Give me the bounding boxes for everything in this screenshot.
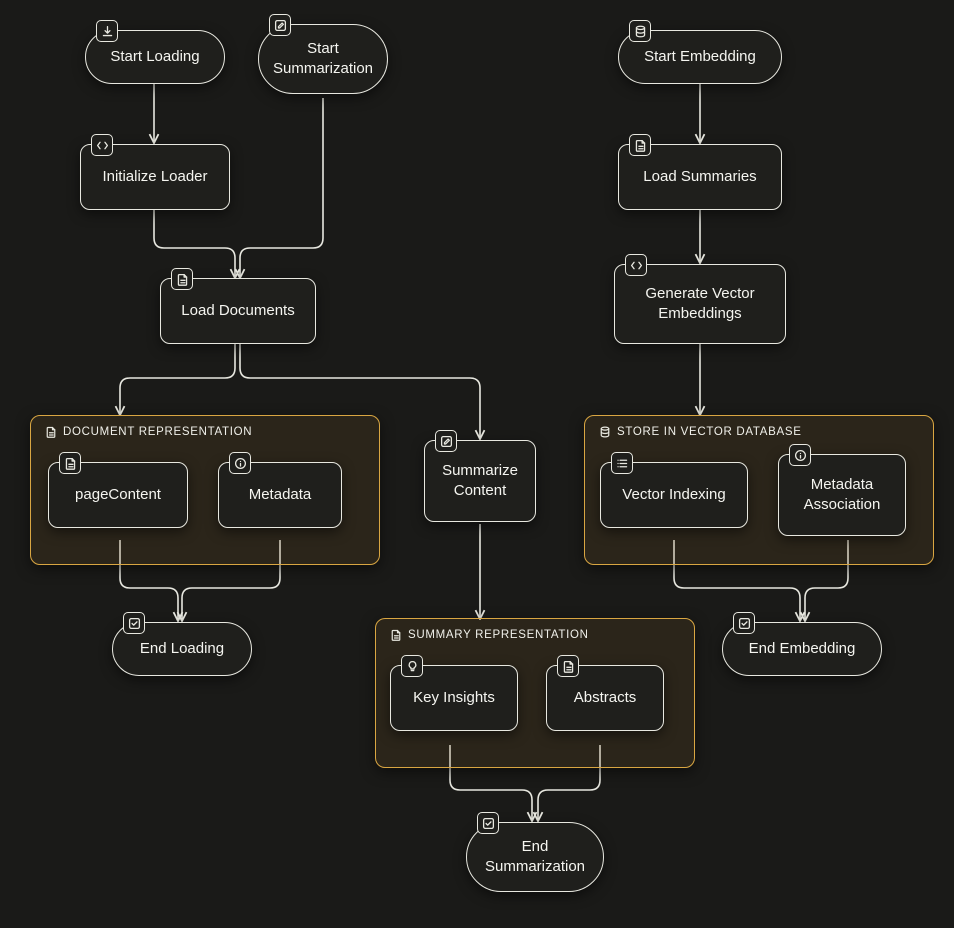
- node-page-content: pageContent: [48, 462, 188, 528]
- group-label: SUMMARY REPRESENTATION: [390, 629, 589, 641]
- group-title: DOCUMENT REPRESENTATION: [63, 426, 252, 438]
- node-initialize-loader: Initialize Loader: [80, 144, 230, 210]
- node-metadata: Metadata: [218, 462, 342, 528]
- node-generate-embeddings: Generate Vector Embeddings: [614, 264, 786, 344]
- node-label: End Embedding: [749, 639, 856, 659]
- node-label: Start Loading: [110, 47, 199, 67]
- node-label: End Loading: [140, 639, 224, 659]
- code-icon: [91, 134, 113, 156]
- node-label: Load Documents: [181, 301, 294, 321]
- node-end-loading: End Loading: [112, 622, 252, 676]
- document-icon: [45, 426, 57, 438]
- check-icon: [477, 812, 499, 834]
- node-start-loading: Start Loading: [85, 30, 225, 84]
- check-icon: [123, 612, 145, 634]
- node-label: Start Embedding: [644, 47, 756, 67]
- node-label: Load Summaries: [643, 167, 756, 187]
- check-icon: [733, 612, 755, 634]
- group-title: SUMMARY REPRESENTATION: [408, 629, 589, 641]
- node-key-insights: Key Insights: [390, 665, 518, 731]
- node-label: Metadata Association: [804, 475, 881, 516]
- code-icon: [625, 254, 647, 276]
- node-metadata-association: Metadata Association: [778, 454, 906, 536]
- node-label: Start Summarization: [273, 39, 373, 80]
- node-label: Metadata: [249, 485, 312, 505]
- database-icon: [629, 20, 651, 42]
- node-abstracts: Abstracts: [546, 665, 664, 731]
- node-label: Vector Indexing: [622, 485, 725, 505]
- node-label: Summarize Content: [442, 461, 518, 502]
- node-start-embedding: Start Embedding: [618, 30, 782, 84]
- download-icon: [96, 20, 118, 42]
- info-icon: [229, 452, 251, 474]
- group-label: STORE IN VECTOR DATABASE: [599, 426, 802, 438]
- node-label: Generate Vector Embeddings: [645, 284, 754, 325]
- node-end-embedding: End Embedding: [722, 622, 882, 676]
- edit-icon: [269, 14, 291, 36]
- node-label: Key Insights: [413, 688, 495, 708]
- document-icon: [59, 452, 81, 474]
- bulb-icon: [401, 655, 423, 677]
- node-end-summarization: End Summarization: [466, 822, 604, 892]
- node-start-summarization: Start Summarization: [258, 24, 388, 94]
- list-icon: [611, 452, 633, 474]
- node-vector-indexing: Vector Indexing: [600, 462, 748, 528]
- node-label: pageContent: [75, 485, 161, 505]
- document-icon: [557, 655, 579, 677]
- group-title: STORE IN VECTOR DATABASE: [617, 426, 802, 438]
- info-icon: [789, 444, 811, 466]
- node-load-documents: Load Documents: [160, 278, 316, 344]
- edit-icon: [435, 430, 457, 452]
- node-label: Initialize Loader: [102, 167, 207, 187]
- document-icon: [390, 629, 402, 641]
- node-summarize-content: Summarize Content: [424, 440, 536, 522]
- node-label: Abstracts: [574, 688, 637, 708]
- database-icon: [599, 426, 611, 438]
- node-load-summaries: Load Summaries: [618, 144, 782, 210]
- document-icon: [629, 134, 651, 156]
- node-label: End Summarization: [485, 837, 585, 878]
- group-label: DOCUMENT REPRESENTATION: [45, 426, 252, 438]
- document-icon: [171, 268, 193, 290]
